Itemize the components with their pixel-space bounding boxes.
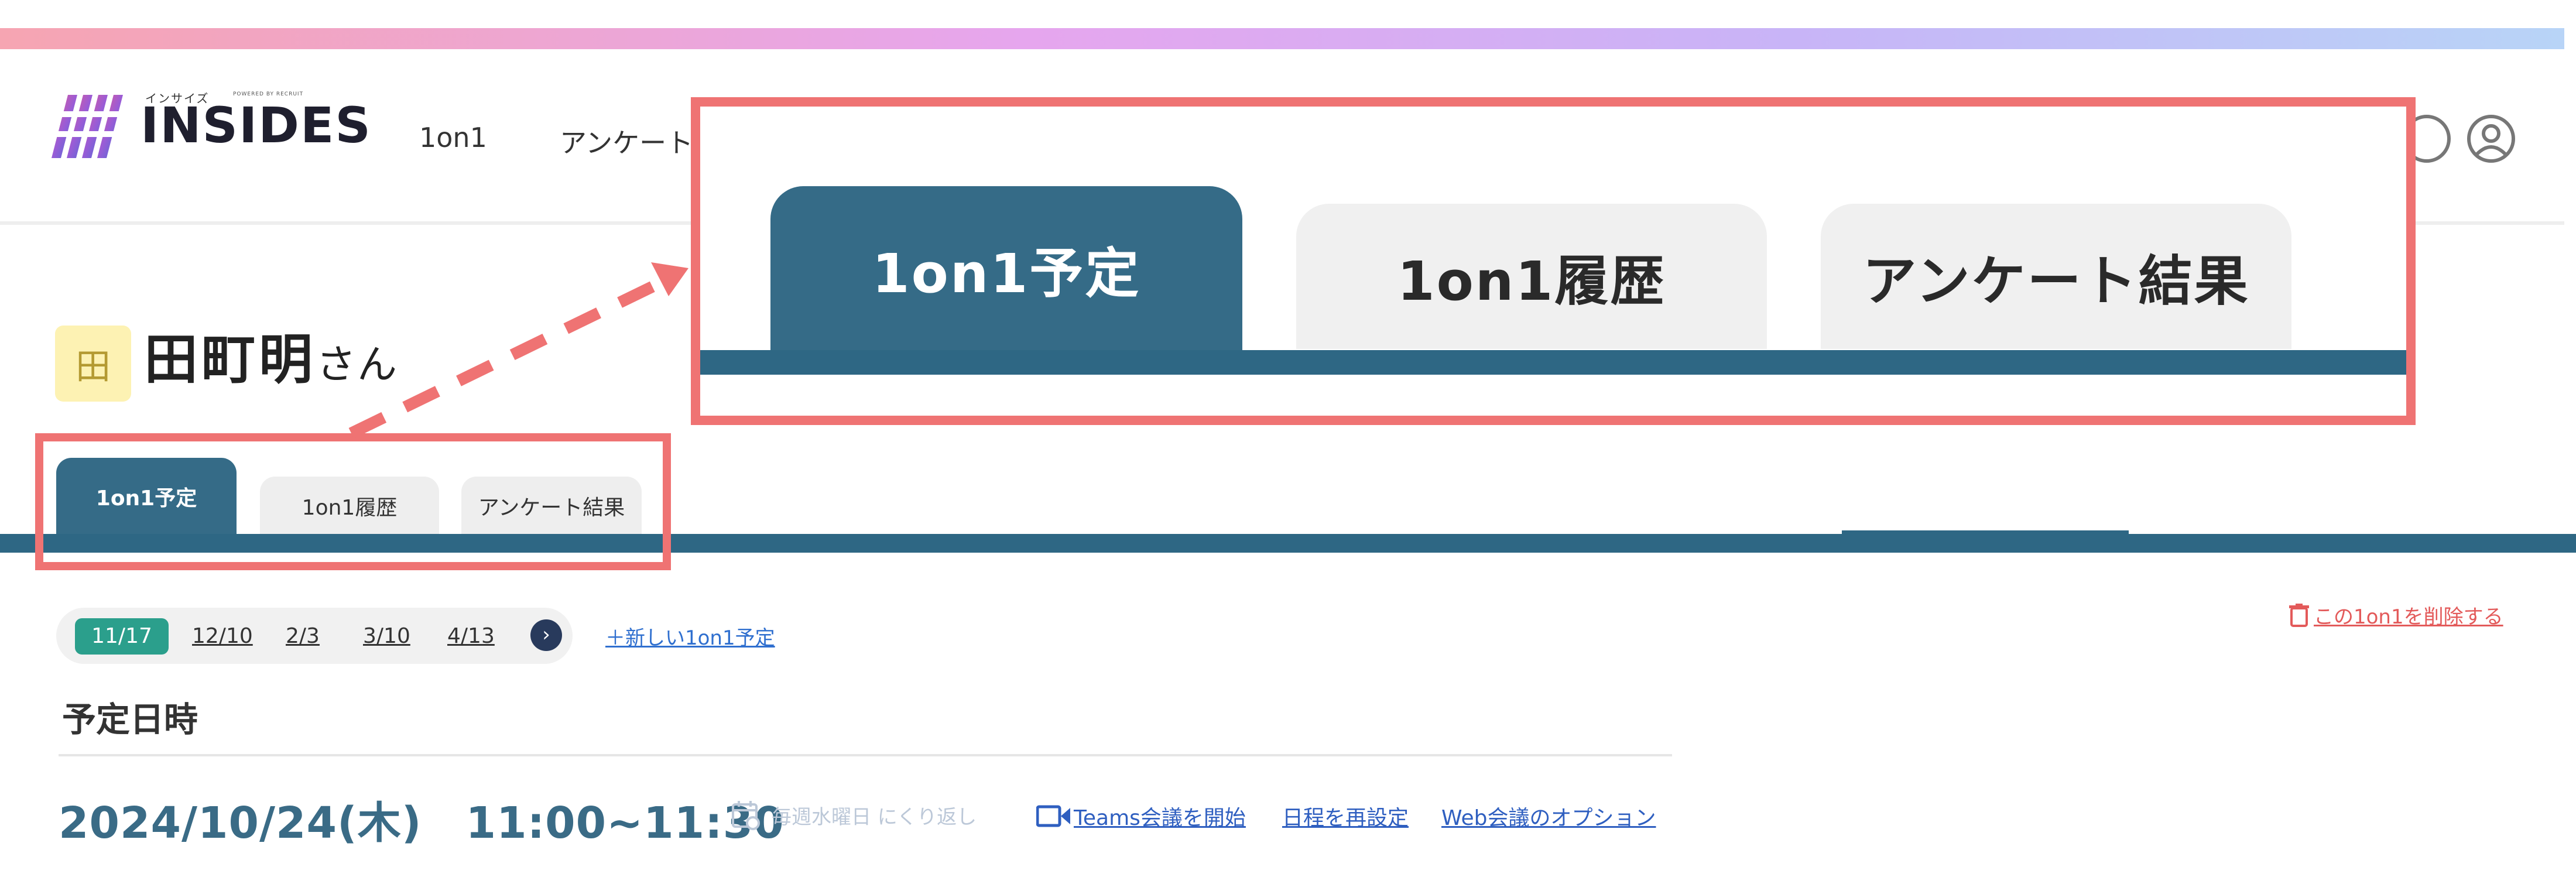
zoom-tab-survey-results: アンケート結果 (1821, 204, 2291, 349)
date-pill[interactable]: 3/10 (363, 618, 410, 655)
start-teams-meeting-link[interactable]: Teams会議を開始 (1036, 801, 1246, 831)
recurrence-text: 毎週水曜日 にくり返し (772, 805, 977, 829)
delete-schedule-link[interactable]: この1on1を削除する (2289, 601, 2503, 629)
video-camera-icon (1036, 805, 1070, 827)
avatar: 田 (55, 326, 131, 402)
nav-1on1[interactable]: 1on1 (419, 122, 487, 153)
delete-link-label: この1on1を削除する (2314, 605, 2503, 629)
user-name-text: 田町明 (144, 328, 317, 391)
top-gradient-bar (0, 28, 2564, 49)
recurrence-info: 毎週水曜日 にくり返し (731, 800, 977, 830)
nav-survey[interactable]: アンケート (560, 122, 693, 160)
user-name: 田町明さん (144, 328, 398, 392)
logo-text: INSIDES (141, 97, 372, 154)
logo-mark-icon (52, 95, 128, 158)
reschedule-link[interactable]: 日程を再設定 (1282, 801, 1409, 831)
calendar-repeat-icon (732, 801, 760, 830)
new-schedule-link[interactable]: ＋新しい1on1予定 (605, 622, 775, 650)
zoom-tab-history: 1on1履歴 (1296, 204, 1767, 349)
date-pill[interactable]: 4/13 (447, 618, 495, 655)
chevron-right-icon[interactable]: › (530, 619, 562, 651)
date-pill[interactable]: 12/10 (192, 618, 253, 655)
scheduled-datetime: 2024/10/24(木) 11:00~11:30 (59, 798, 785, 848)
zoom-tab-schedule: 1on1予定 (770, 186, 1242, 351)
date-pill[interactable]: 2/3 (286, 618, 320, 655)
zoom-tab-bar (700, 350, 2406, 375)
teams-link-label: Teams会議を開始 (1074, 806, 1246, 830)
insides-logo[interactable]: インサイズ POWERED BY RECRUIT INSIDES (52, 88, 371, 164)
section-divider (59, 754, 1672, 756)
user-name-suffix: さん (316, 342, 399, 388)
trash-icon (2289, 603, 2309, 627)
account-icon[interactable] (2465, 112, 2517, 165)
web-meeting-options-link[interactable]: Web会議のオプション (1441, 801, 1656, 831)
date-pill-active[interactable]: 11/17 (75, 618, 169, 655)
header-icons (2400, 112, 2517, 165)
section-title: 予定日時 (62, 700, 198, 739)
tab-bar-notch (1842, 530, 2129, 535)
arrow-head (651, 262, 688, 296)
tabs-highlight-box (35, 433, 671, 570)
